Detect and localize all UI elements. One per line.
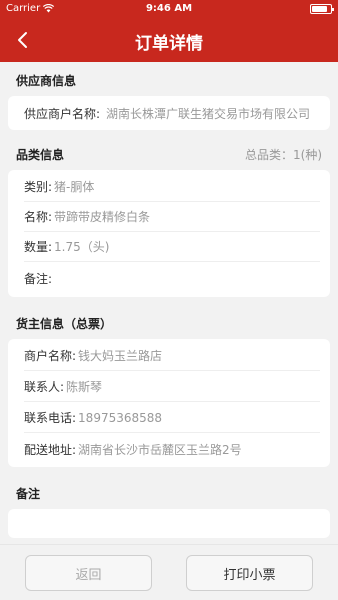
field-value: 带蹄带皮精修白条 xyxy=(54,210,151,224)
owner-row-merchant: 商户名称: 钱大妈玉兰路店 xyxy=(24,341,320,371)
status-time: 9:46 AM xyxy=(145,3,193,14)
print-receipt-button[interactable]: 打印小票 xyxy=(186,555,313,591)
field-value: 1.75（头) xyxy=(54,240,110,254)
field-label: 配送地址: xyxy=(24,442,77,457)
field-value: 湖南省长沙市岳麓区玉兰路2号 xyxy=(78,442,242,457)
remark-row xyxy=(24,509,320,538)
supplier-card: 供应商户名称: 湖南长株潭广联生猪交易市场有限公司 xyxy=(8,96,330,130)
field-value[interactable]: 18975368588 xyxy=(78,411,162,425)
category-row-name: 名称: 带蹄带皮精修白条 xyxy=(24,202,320,232)
field-value: 猪-胴体 xyxy=(54,180,95,194)
field-label: 类别: xyxy=(24,180,53,194)
category-row-remark: 备注: xyxy=(24,263,320,293)
owner-row-contact: 联系人: 陈斯琴 xyxy=(24,372,320,402)
back-button[interactable]: 返回 xyxy=(25,555,152,591)
supplier-label: 供应商户名称: xyxy=(24,106,101,121)
supplier-row: 供应商户名称: 湖南长株潭广联生猪交易市场有限公司 xyxy=(24,98,320,128)
remark-heading: 备注 xyxy=(16,487,41,501)
field-label: 商户名称: xyxy=(24,349,77,363)
owner-row-address: 配送地址: 湖南省长沙市岳麓区玉兰路2号 xyxy=(24,434,320,464)
supplier-heading: 供应商信息 xyxy=(16,74,77,88)
nav-bar: 订单详情 xyxy=(0,20,338,62)
field-label: 数量: xyxy=(24,240,53,254)
category-heading: 品类信息 xyxy=(16,148,65,162)
battery-icon xyxy=(310,4,334,14)
category-card: 类别: 猪-胴体 名称: 带蹄带皮精修白条 数量: 1.75（头) 备注: xyxy=(8,170,330,297)
remark-card xyxy=(8,509,330,538)
owner-row-phone: 联系电话: 18975368588 xyxy=(24,403,320,433)
field-label: 名称: xyxy=(24,210,53,224)
category-row-quantity: 数量: 1.75（头) xyxy=(24,232,320,262)
field-value: 钱大妈玉兰路店 xyxy=(78,349,163,363)
supplier-value: 湖南长株潭广联生猪交易市场有限公司 xyxy=(106,106,311,121)
field-value: 陈斯琴 xyxy=(66,380,103,394)
owner-card: 商户名称: 钱大妈玉兰路店 联系人: 陈斯琴 联系电话: 18975368588… xyxy=(8,339,330,467)
field-label: 备注: xyxy=(24,271,53,286)
status-bar: Carrier 9:46 AM xyxy=(0,0,338,18)
category-row-type: 类别: 猪-胴体 xyxy=(24,172,320,202)
field-label: 联系人: xyxy=(24,380,65,394)
bottom-action-bar: 返回 打印小票 xyxy=(0,544,338,600)
page-title: 订单详情 xyxy=(135,34,203,54)
field-label: 联系电话: xyxy=(24,411,77,425)
owner-heading: 货主信息（总票） xyxy=(16,317,113,331)
category-total: 总品类：1(种) xyxy=(245,148,322,162)
header-bar: Carrier 9:46 AM 订单详情 xyxy=(0,0,338,62)
